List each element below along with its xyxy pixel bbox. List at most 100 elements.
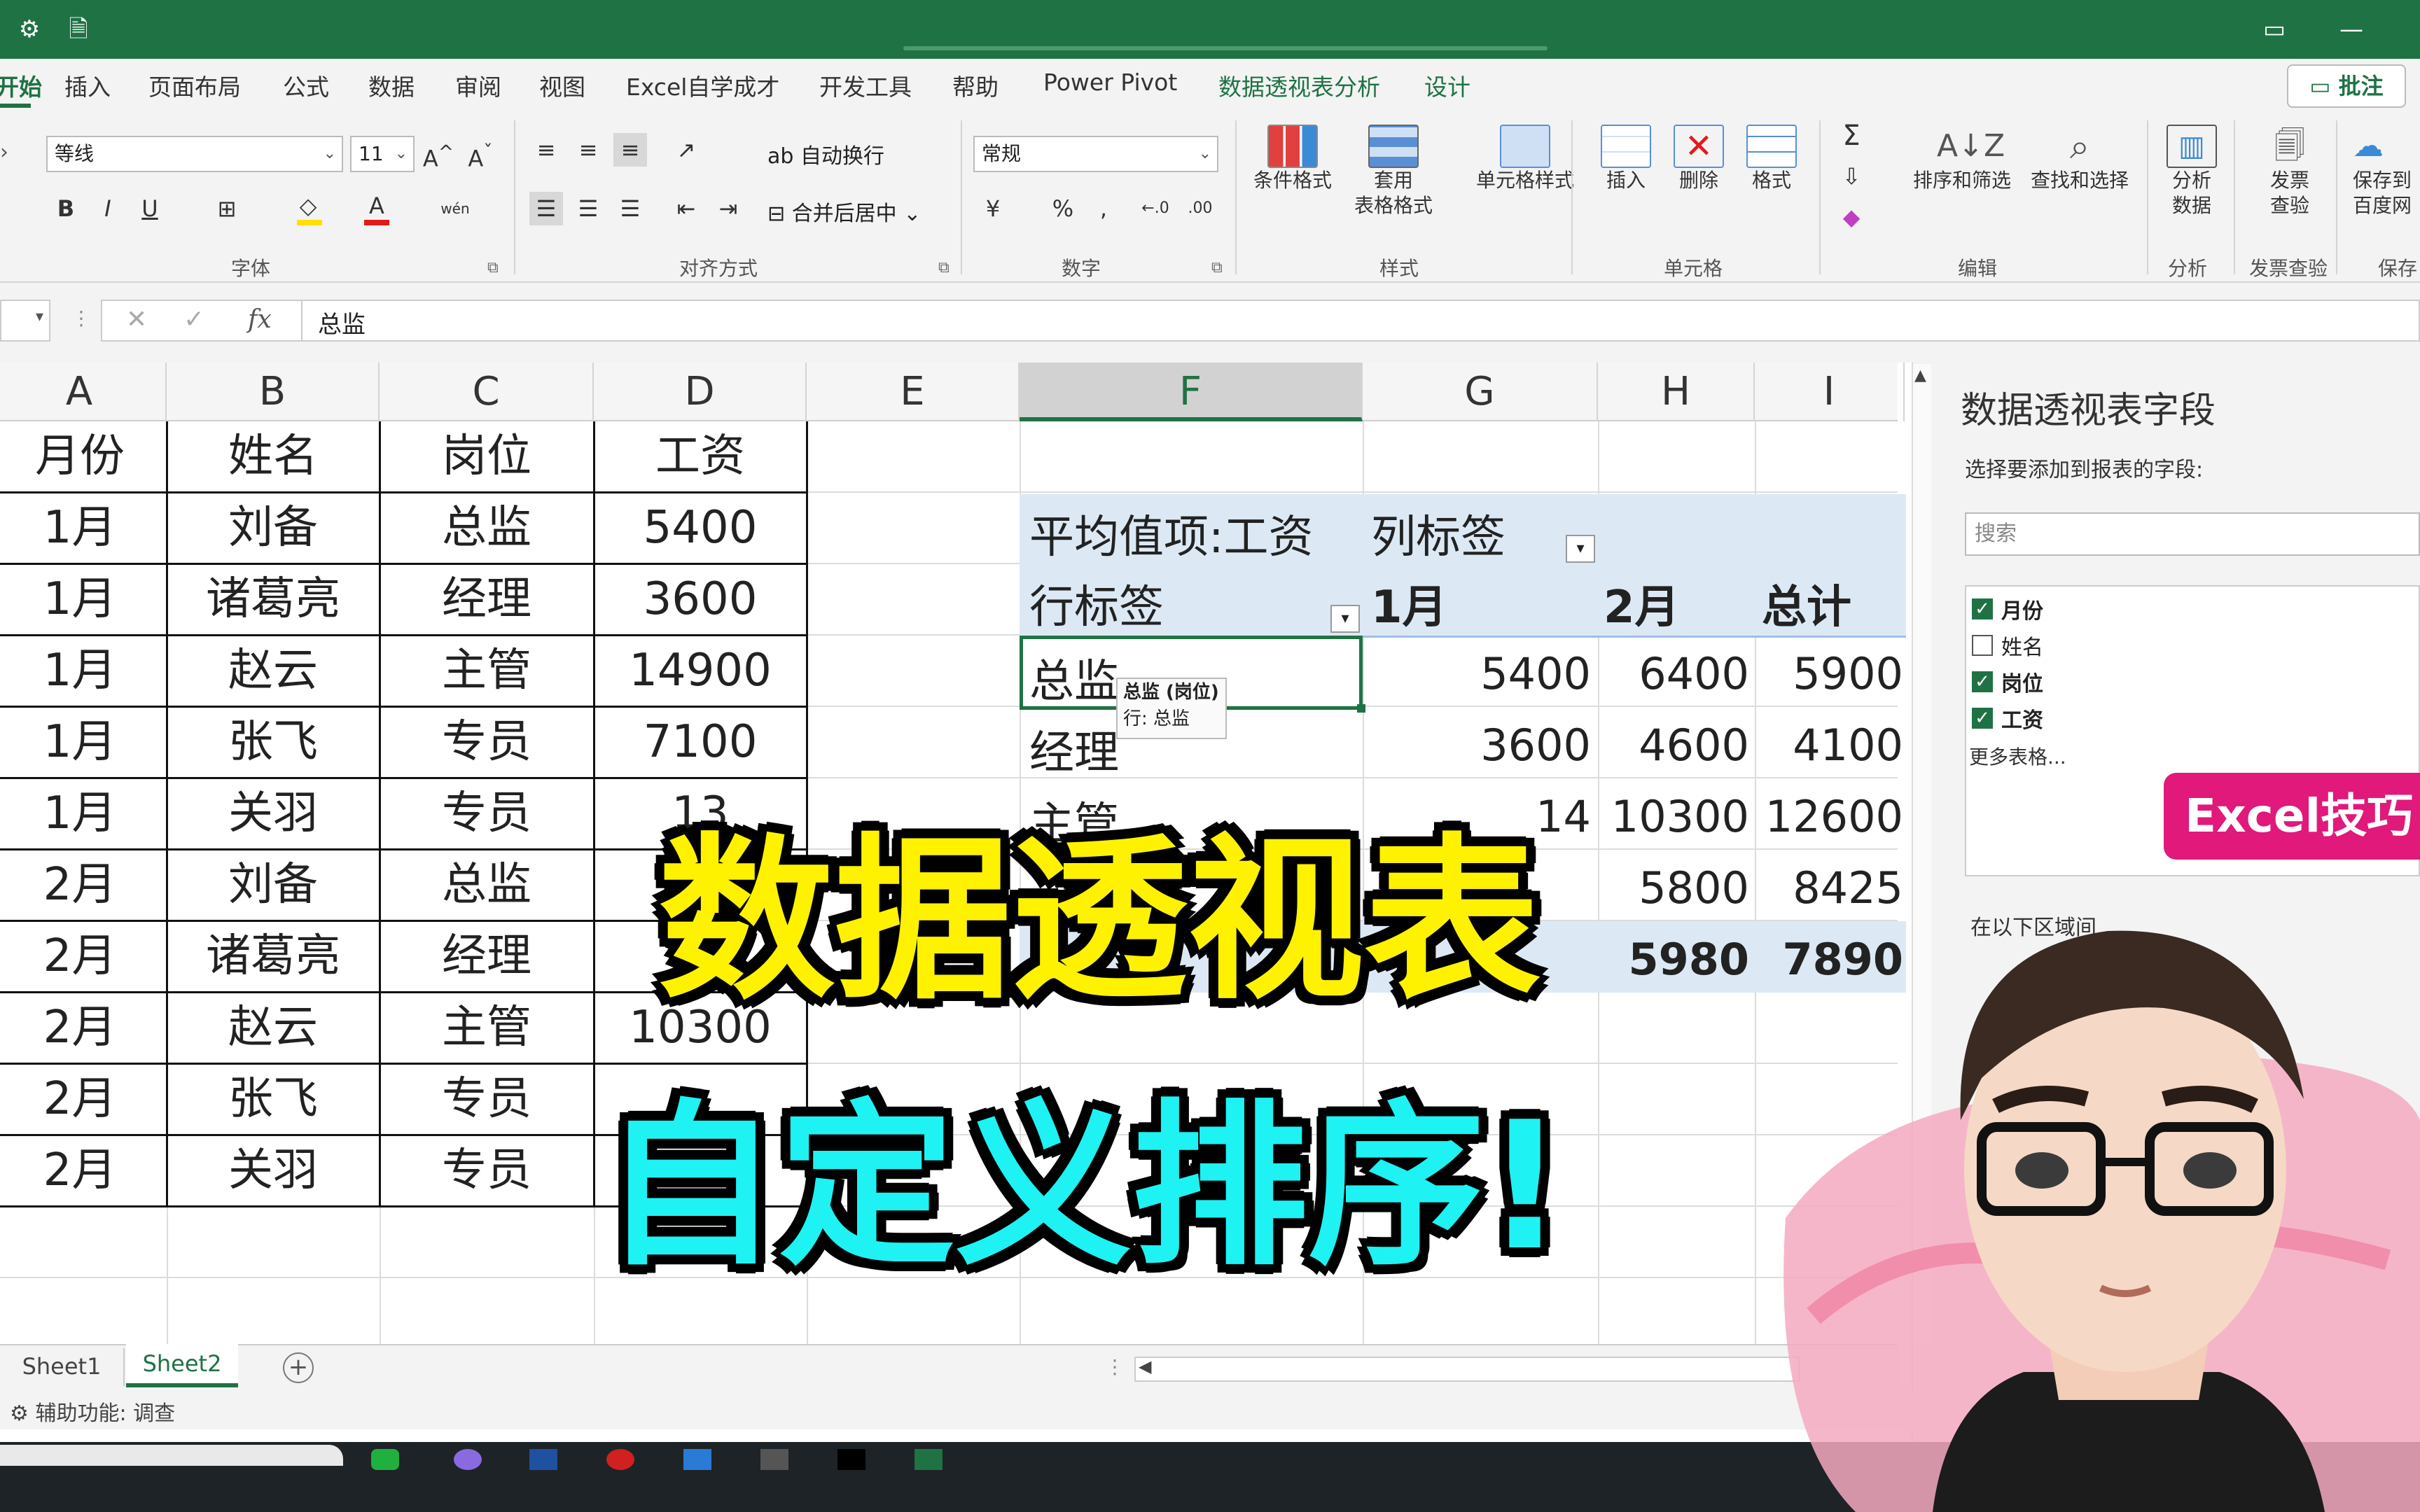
table-cell[interactable]: 2月 xyxy=(0,1064,167,1135)
table-cell[interactable]: 总监 xyxy=(380,850,594,921)
orientation-icon[interactable]: ↗ xyxy=(669,133,703,167)
tab-5[interactable]: 审阅 xyxy=(455,69,501,102)
checkbox-icon[interactable]: ✓ xyxy=(1972,671,1993,692)
tab-2[interactable]: 页面布局 xyxy=(148,69,241,102)
bold-icon[interactable]: B xyxy=(49,192,83,225)
column-header-H[interactable]: H xyxy=(1598,363,1755,421)
table-cell[interactable]: 专员 xyxy=(380,778,594,850)
field-item-0[interactable]: ✓ 月份 xyxy=(1972,594,2043,624)
taskbar-app-icon[interactable] xyxy=(837,1449,865,1470)
analyze-data-button[interactable]: ▥ 分析 数据 xyxy=(2157,125,2227,218)
table-cell[interactable]: 赵云 xyxy=(167,993,380,1064)
table-header-cell[interactable]: 岗位 xyxy=(380,421,594,493)
font-color-icon[interactable]: A xyxy=(360,189,394,223)
sheet-tab-1[interactable]: Sheet1 xyxy=(0,1348,125,1386)
number-dialog-launcher-icon[interactable]: ⧉ xyxy=(1211,259,1223,276)
table-cell[interactable]: 专员 xyxy=(380,1064,594,1135)
fill-down-icon[interactable]: ⇩ xyxy=(1835,160,1868,193)
tab-3[interactable]: 公式 xyxy=(283,69,329,102)
table-cell[interactable]: 1月 xyxy=(0,778,167,850)
currency-icon[interactable]: ¥ xyxy=(976,192,1010,225)
insert-function-icon[interactable]: fx xyxy=(248,305,272,334)
cell-styles-button[interactable]: 单元格样式 xyxy=(1448,125,1602,193)
tab-1[interactable]: 插入 xyxy=(64,69,111,102)
taskbar-app-icon[interactable] xyxy=(454,1449,482,1470)
pivot-value-cell[interactable]: 5900 xyxy=(1693,648,1903,699)
checkbox-icon[interactable]: ✓ xyxy=(1972,708,1993,729)
find-select-button[interactable]: ⌕ 查找和选择 xyxy=(2017,125,2143,193)
add-sheet-icon[interactable]: + xyxy=(283,1352,314,1383)
cancel-icon[interactable]: ✕ xyxy=(126,305,147,334)
name-box[interactable]: ▾ xyxy=(0,300,50,342)
table-cell[interactable]: 2月 xyxy=(0,1135,167,1207)
column-header-I[interactable]: I xyxy=(1755,363,1905,421)
table-cell[interactable]: 诸葛亮 xyxy=(167,564,380,636)
table-cell[interactable]: 专员 xyxy=(380,707,594,778)
taskbar-app-icon[interactable] xyxy=(371,1449,399,1470)
checkbox-icon[interactable] xyxy=(1972,635,1993,656)
percent-icon[interactable]: % xyxy=(1046,192,1080,225)
column-header-F[interactable]: F xyxy=(1020,363,1363,421)
fill-color-icon[interactable]: ◇ xyxy=(291,189,325,223)
table-cell[interactable]: 张飞 xyxy=(167,1064,380,1135)
increase-decimal-icon[interactable]: ←.0 xyxy=(1139,192,1172,225)
checkbox-icon[interactable]: ✓ xyxy=(1972,598,1993,620)
taskbar-app-icon[interactable] xyxy=(683,1449,711,1470)
align-top-icon[interactable]: ≡ xyxy=(529,133,563,167)
insert-cells-button[interactable]: 插入 xyxy=(1591,125,1661,193)
grow-font-icon[interactable]: A^ xyxy=(422,136,455,172)
decrease-decimal-icon[interactable]: .00 xyxy=(1183,192,1217,225)
tab-9[interactable]: 帮助 xyxy=(952,69,999,102)
save-to-cloud-button[interactable]: ☁ 保存到 百度网 xyxy=(2353,125,2420,218)
table-cell[interactable]: 主管 xyxy=(380,636,594,707)
table-cell[interactable]: 2月 xyxy=(0,850,167,921)
table-cell[interactable]: 诸葛亮 xyxy=(167,921,380,993)
horizontal-scrollbar[interactable] xyxy=(1134,1357,1800,1382)
table-cell[interactable]: 14900 xyxy=(594,636,807,707)
tab-4[interactable]: 数据 xyxy=(368,69,415,102)
wrap-text-button[interactable]: ab 自动换行 xyxy=(767,139,884,169)
file-save-icon[interactable]: 🗎 xyxy=(63,14,94,45)
field-item-2[interactable]: ✓ 岗位 xyxy=(1972,666,2043,697)
align-right-icon[interactable]: ☰ xyxy=(613,192,647,225)
align-center-icon[interactable]: ☰ xyxy=(571,192,605,225)
taskbar-app-icon[interactable] xyxy=(529,1449,557,1470)
scroll-left-icon[interactable]: ◀ xyxy=(1139,1357,1151,1376)
autosave-icon[interactable]: ⚙ xyxy=(14,14,45,45)
column-header-E[interactable]: E xyxy=(807,363,1020,421)
accessibility-status[interactable]: ⚙ 辅助功能: 调查 xyxy=(10,1396,175,1427)
table-cell[interactable]: 经理 xyxy=(380,564,594,636)
pivot-value-cell[interactable]: 12600 xyxy=(1693,791,1903,842)
fill-handle[interactable] xyxy=(1357,704,1365,713)
table-cell[interactable]: 刘备 xyxy=(167,493,380,564)
comma-style-icon[interactable]: , xyxy=(1087,192,1120,225)
align-left-icon[interactable]: ☰ xyxy=(529,192,563,225)
minimize-icon[interactable]: — xyxy=(2336,14,2367,45)
title-search-bar[interactable] xyxy=(903,46,1548,50)
more-tables-link[interactable]: 更多表格... xyxy=(1969,742,2066,770)
table-header-cell[interactable]: 工资 xyxy=(594,421,807,493)
table-cell[interactable]: 赵云 xyxy=(167,636,380,707)
column-header-D[interactable]: D xyxy=(594,363,807,421)
format-as-table-button[interactable]: 套用 表格格式 xyxy=(1337,125,1449,218)
formula-bar-handle-icon[interactable]: ⋮ xyxy=(71,307,91,330)
table-cell[interactable]: 1月 xyxy=(0,564,167,636)
table-cell[interactable]: 关羽 xyxy=(167,778,380,850)
autosum-icon[interactable]: Σ xyxy=(1835,119,1868,153)
scroll-up-icon[interactable]: ▲ xyxy=(1914,367,1926,384)
table-cell[interactable]: 主管 xyxy=(380,993,594,1064)
tab-12[interactable]: 设计 xyxy=(1424,69,1470,102)
taskbar-search[interactable] xyxy=(0,1445,343,1466)
table-cell[interactable]: 专员 xyxy=(380,1135,594,1207)
taskbar-app-icon[interactable] xyxy=(760,1449,788,1470)
field-item-3[interactable]: ✓ 工资 xyxy=(1972,703,2043,734)
tab-7[interactable]: Excel自学成才 xyxy=(626,69,779,102)
delete-cells-button[interactable]: ✕ 删除 xyxy=(1664,125,1734,193)
tab-split-handle-icon[interactable]: ⋮ xyxy=(1105,1355,1125,1378)
table-cell[interactable]: 7100 xyxy=(594,707,807,778)
ribbon-display-icon[interactable]: ▭ xyxy=(2259,14,2290,45)
table-header-cell[interactable]: 姓名 xyxy=(167,421,380,493)
table-cell[interactable]: 1月 xyxy=(0,493,167,564)
field-search-input[interactable]: 搜索 xyxy=(1965,512,2420,556)
taskbar-app-icon[interactable] xyxy=(606,1449,634,1470)
